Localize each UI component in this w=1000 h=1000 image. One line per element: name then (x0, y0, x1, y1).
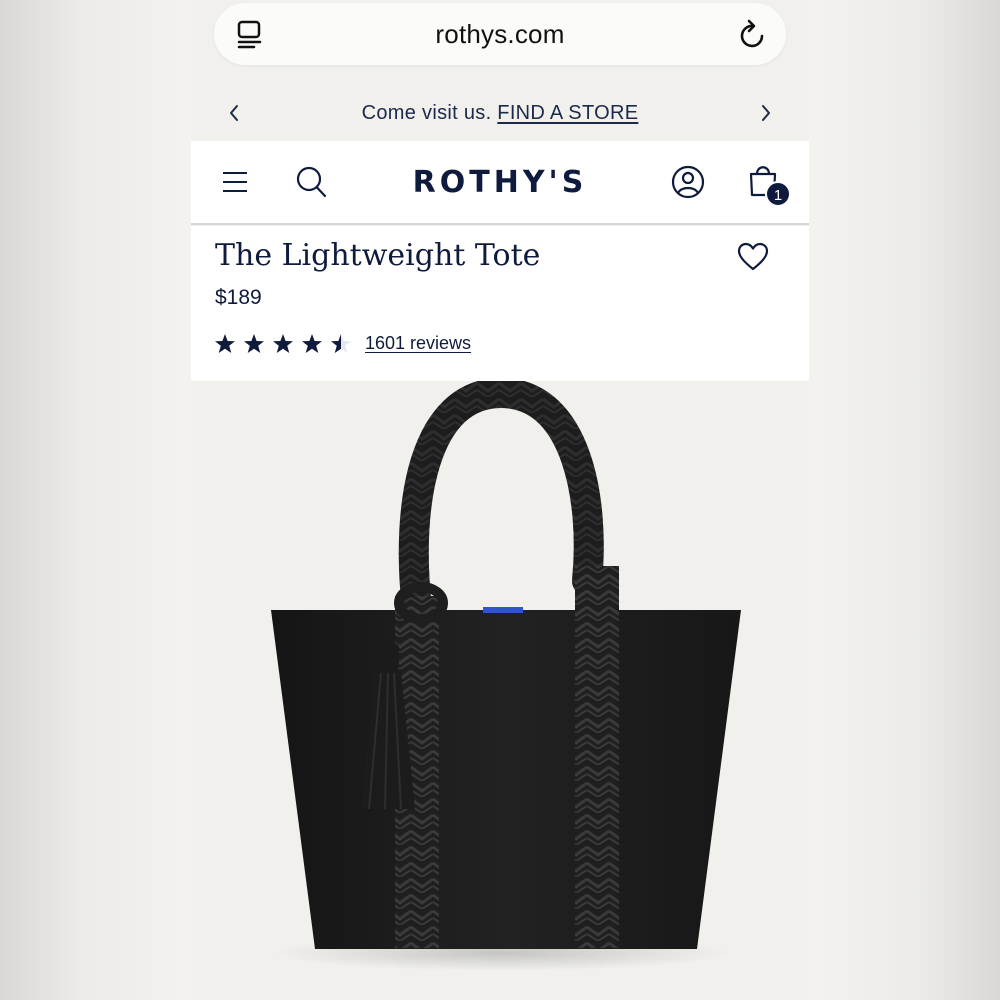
star-icon (302, 334, 322, 353)
heart-icon[interactable] (737, 242, 769, 272)
cart-count-badge: 1 (765, 181, 791, 207)
star-icon (244, 334, 264, 353)
product-image[interactable] (191, 381, 809, 1000)
account-icon[interactable] (671, 165, 705, 199)
product-title: The Lightweight Tote (215, 238, 541, 273)
star-icon (215, 334, 235, 353)
site-header: ROTHY'S 1 (191, 141, 809, 225)
address-bar[interactable]: rothys.com (214, 3, 786, 65)
url-text[interactable]: rothys.com (214, 19, 786, 50)
brand-logo[interactable]: ROTHY'S (191, 165, 809, 200)
product-info: The Lightweight Tote $189 1601 reviews (191, 226, 809, 381)
reviews-link[interactable]: 1601 reviews (365, 333, 471, 354)
star-icon (273, 334, 293, 353)
promo-text: Come visit us. FIND A STORE (191, 102, 809, 125)
reload-icon[interactable] (738, 18, 768, 50)
promo-banner: Come visit us. FIND A STORE (191, 88, 809, 140)
phone-screen: rothys.com Come visit us. FIND A STORE R… (191, 0, 809, 1000)
star-rating (215, 334, 351, 353)
half-star-icon (331, 334, 351, 353)
product-price: $189 (215, 286, 262, 309)
tote-bag-image (271, 381, 741, 971)
find-store-link[interactable]: FIND A STORE (497, 102, 638, 124)
promo-message: Come visit us. (361, 102, 492, 124)
chevron-right-icon[interactable] (759, 102, 773, 124)
